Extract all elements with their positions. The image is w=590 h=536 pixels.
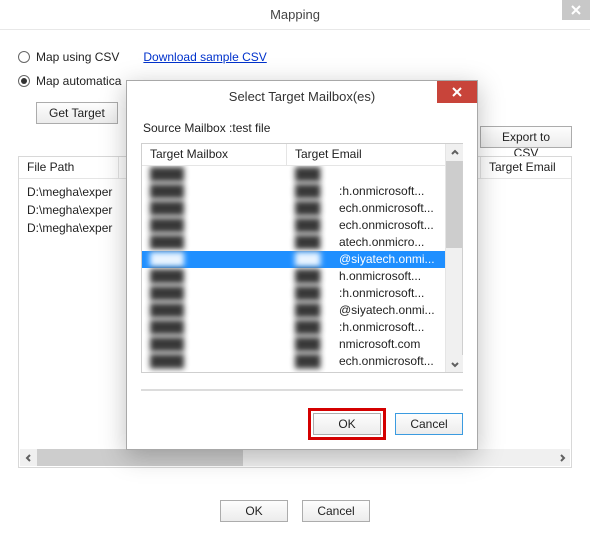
scroll-up-icon[interactable] [446, 144, 463, 161]
list-item[interactable]: ███████ech.onmicrosoft... [142, 217, 445, 234]
list-item[interactable]: ███████:h.onmicrosoft... [142, 183, 445, 200]
select-target-cancel-button[interactable]: Cancel [395, 413, 463, 435]
cell-target-email: ███atech.onmicro... [287, 234, 445, 251]
select-target-titlebar: Select Target Mailbox(es) [127, 81, 477, 111]
h-scrollbar[interactable] [20, 449, 570, 466]
select-target-ok-button[interactable]: OK [313, 413, 381, 435]
list-item[interactable]: ███████nmicrosoft.com [142, 336, 445, 353]
cell-target-mailbox: ████ [142, 183, 287, 200]
download-sample-link[interactable]: Download sample CSV [143, 50, 266, 64]
v-scroll-thumb[interactable] [446, 161, 462, 248]
cell-target-email: ███@siyatech.onmi... [287, 302, 445, 319]
map-csv-label: Map using CSV [36, 50, 119, 64]
select-target-dialog: Select Target Mailbox(es) Source Mailbox… [126, 80, 478, 450]
mapping-footer: OK Cancel [0, 500, 590, 522]
list-item[interactable]: ███████h.onmicrosoft... [142, 268, 445, 285]
list-item[interactable]: ███████ech.onmicrosoft... [142, 200, 445, 217]
cell-target-email: ███ [287, 166, 445, 183]
map-auto-radio[interactable] [18, 75, 30, 87]
list-item[interactable]: ███████atech.onmicro... [142, 234, 445, 251]
select-target-footer: OK Cancel [127, 413, 477, 449]
target-list-header: Target Mailbox Target Email [142, 144, 445, 166]
source-mailbox-label: Source Mailbox :test file [143, 121, 463, 135]
list-item[interactable]: ███████@siyatech.onmi... [142, 251, 445, 268]
v-scrollbar[interactable] [445, 144, 462, 372]
list-item[interactable]: ███████ech.onmicrosoft... [142, 353, 445, 370]
mapping-close-button[interactable] [562, 0, 590, 20]
scroll-thumb[interactable] [37, 449, 243, 466]
cell-target-email: ███h.onmicrosoft... [287, 268, 445, 285]
export-csv-button[interactable]: Export to CSV [480, 126, 572, 148]
v-scroll-track[interactable] [446, 161, 462, 355]
mapping-dialog: Mapping Map using CSV Download sample CS… [0, 0, 590, 536]
scroll-right-icon[interactable] [553, 449, 570, 466]
target-list: Target Mailbox Target Email ████████████… [141, 143, 463, 373]
cell-target-mailbox: ████ [142, 217, 287, 234]
get-target-button[interactable]: Get Target [36, 102, 118, 124]
cell-target-mailbox: ████ [142, 200, 287, 217]
scroll-down-icon[interactable] [446, 355, 463, 372]
target-list-content: Target Mailbox Target Email ████████████… [142, 144, 445, 372]
target-list-rows: ██████████████:h.onmicrosoft...███████ec… [142, 166, 445, 372]
select-target-close-button[interactable] [437, 81, 477, 103]
map-auto-label: Map automatica [36, 74, 121, 88]
col-file-path[interactable]: File Path [19, 157, 119, 178]
cell-target-email: ███ech.onmicrosoft... [287, 200, 445, 217]
map-csv-radio[interactable] [18, 51, 30, 63]
col-target-email[interactable]: Target Email [481, 157, 571, 178]
cell-target-mailbox: ████ [142, 166, 287, 183]
cell-target-mailbox: ████ [142, 353, 287, 370]
cell-target-mailbox: ████ [142, 234, 287, 251]
cell-target-email: ███@siyatech.onmi... [287, 251, 445, 268]
list-item[interactable]: ███████ [142, 166, 445, 183]
scroll-left-icon[interactable] [20, 449, 37, 466]
scroll-track[interactable] [37, 449, 553, 466]
cell-target-mailbox: ████ [142, 251, 287, 268]
list-item[interactable]: ███████:h.onmicrosoft... [142, 319, 445, 336]
map-csv-row: Map using CSV Download sample CSV [18, 50, 572, 64]
mapping-title: Mapping [270, 7, 320, 22]
cell-target-mailbox: ████ [142, 302, 287, 319]
select-target-title: Select Target Mailbox(es) [229, 89, 375, 104]
mapping-titlebar: Mapping [0, 0, 590, 30]
cell-target-mailbox: ████ [142, 285, 287, 302]
list-item[interactable]: ███████:h.onmicrosoft... [142, 285, 445, 302]
col-target-mailbox[interactable]: Target Mailbox [142, 144, 287, 165]
cell-target-email: ███:h.onmicrosoft... [287, 285, 445, 302]
mapping-cancel-button[interactable]: Cancel [302, 500, 370, 522]
select-target-body: Source Mailbox :test file Target Mailbox… [127, 111, 477, 413]
cell-target-email: ███ech.onmicrosoft... [287, 353, 445, 370]
cell-target-mailbox: ████ [142, 336, 287, 353]
cell-target-email: ███:h.onmicrosoft... [287, 319, 445, 336]
cell-target-mailbox: ████ [142, 319, 287, 336]
cell-target-email: ███ech.onmicrosoft... [287, 217, 445, 234]
mapping-ok-button[interactable]: OK [220, 500, 288, 522]
cell-target-mailbox: ████ [142, 268, 287, 285]
cell-target-email: ███:h.onmicrosoft... [287, 183, 445, 200]
cell-target-email: ███nmicrosoft.com [287, 336, 445, 353]
list-item[interactable]: ███████@siyatech.onmi... [142, 302, 445, 319]
separator [141, 389, 463, 391]
col-target-email-modal[interactable]: Target Email [287, 144, 445, 165]
